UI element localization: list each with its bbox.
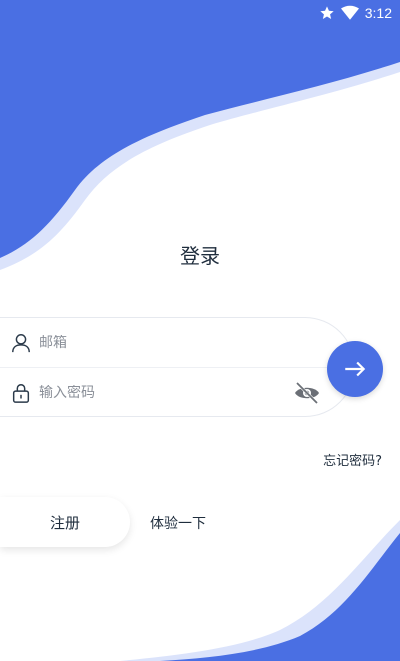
wifi-icon (340, 5, 359, 20)
forgot-password-link[interactable]: 忘记密码? (323, 450, 382, 469)
password-input[interactable] (39, 385, 269, 401)
star-icon (320, 6, 334, 19)
register-button[interactable]: 注册 (0, 497, 130, 547)
login-submit-button[interactable] (327, 341, 383, 397)
page-title: 登录 (180, 244, 220, 268)
lock-icon (12, 384, 30, 403)
email-field-row (0, 318, 330, 368)
arrow-right-icon (345, 361, 366, 377)
status-time: 3:12 (364, 5, 392, 21)
password-field-row (0, 368, 330, 418)
eye-off-icon[interactable] (294, 381, 320, 405)
try-it-link[interactable]: 体验一下 (150, 513, 206, 533)
status-bar: 3:12 (0, 0, 400, 26)
user-icon (12, 333, 30, 352)
email-input[interactable] (39, 334, 269, 351)
login-form (0, 317, 355, 417)
